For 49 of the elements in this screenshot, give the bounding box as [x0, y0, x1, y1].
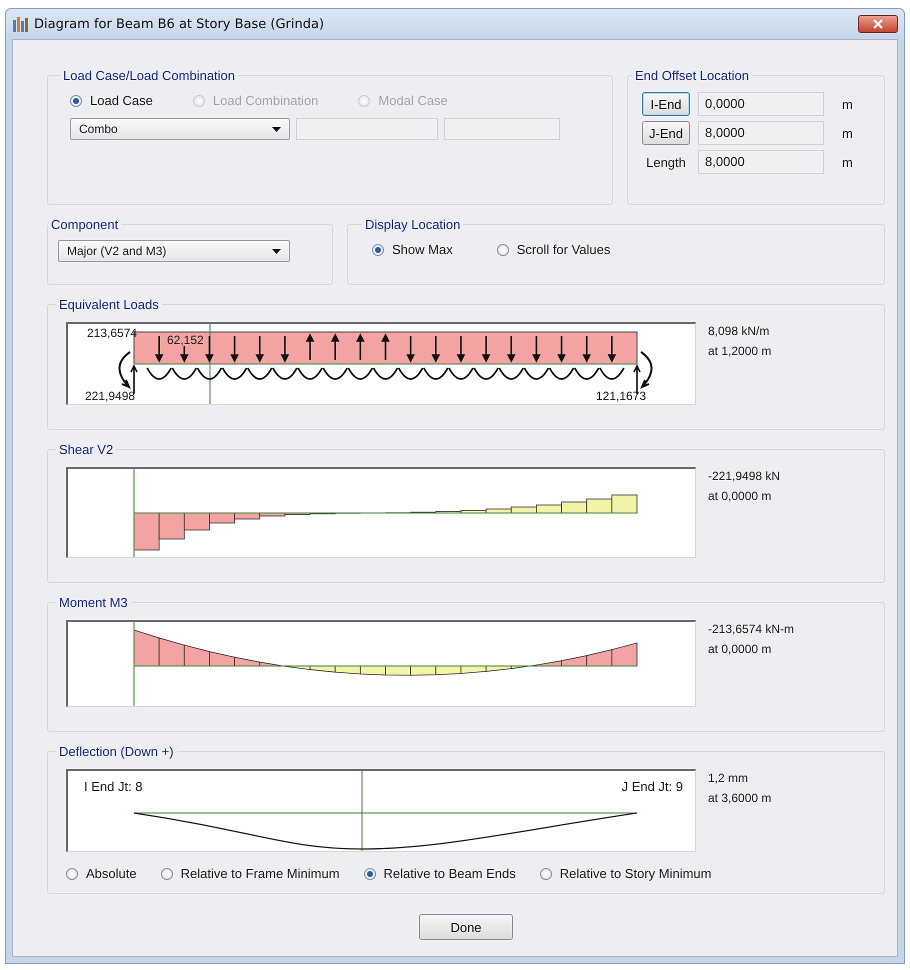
load-value: 213,6574 — [87, 327, 138, 339]
input-field[interactable] — [296, 118, 438, 140]
group-title: End Offset Location — [634, 68, 750, 83]
radio-option[interactable]: Relative to Beam Ends — [364, 866, 516, 881]
load-value: 62,152 — [166, 334, 205, 346]
value-field[interactable]: 0,0000 — [698, 92, 824, 116]
close-button[interactable] — [858, 15, 898, 33]
end-button[interactable]: J-End — [642, 121, 690, 145]
done-button[interactable]: Done — [419, 914, 513, 940]
end-button[interactable]: I-End — [642, 92, 690, 116]
location-value: at 0,0000 m — [708, 489, 772, 503]
location-value: at 3,6000 m — [708, 791, 772, 805]
group-title: Moment M3 — [58, 595, 129, 610]
max-value: -221,9498 kN — [708, 469, 780, 483]
caret-icon — [272, 248, 281, 254]
close-icon — [872, 19, 884, 29]
group-title: Deflection (Down +) — [58, 744, 175, 759]
value-field[interactable]: 8,0000 — [698, 150, 824, 174]
radio-option[interactable]: Relative to Story Minimum — [540, 866, 712, 881]
radio-option[interactable]: Scroll for Values — [496, 242, 610, 257]
load-value: 221,9498 — [85, 390, 136, 402]
group-title: Shear V2 — [58, 442, 114, 457]
app-icon — [12, 16, 30, 32]
group-title: Component — [50, 217, 120, 232]
radio-option[interactable]: Absolute — [66, 866, 137, 881]
max-value: -213,6574 kN-m — [708, 622, 794, 636]
unit-label: m — [842, 126, 853, 140]
load-value: 121,1673 — [596, 390, 646, 402]
unit-label: m — [842, 96, 853, 112]
value-field[interactable]: 8,0000 — [698, 121, 824, 145]
group-title: Load Case/Load Combination — [62, 68, 236, 83]
field-label: Length — [645, 154, 687, 170]
group-title: Equivalent Loads — [58, 297, 160, 312]
max-value: 8,098 kN/m — [708, 324, 770, 338]
joint-label: J End Jt: 9 — [622, 779, 683, 794]
window-title: Diagram for Beam B6 at Story Base (Grinda) — [34, 16, 326, 32]
dropdown[interactable]: Combo — [70, 118, 290, 140]
radio-option[interactable]: Show Max — [372, 242, 453, 257]
max-value: 1,2 mm — [708, 771, 750, 785]
group-title: Display Location — [364, 217, 462, 232]
radio-option[interactable]: Relative to Frame Minimum — [160, 866, 340, 881]
dropdown[interactable]: Major (V2 and M3) — [58, 240, 290, 262]
joint-label: I End Jt: 8 — [84, 779, 143, 794]
input-field[interactable] — [444, 118, 560, 140]
radio-option[interactable]: Load Case — [70, 93, 153, 108]
location-value: at 1,2000 m — [708, 344, 772, 358]
unit-label: m — [842, 154, 853, 170]
caret-icon — [272, 126, 281, 132]
location-value: at 0,0000 m — [708, 642, 772, 656]
